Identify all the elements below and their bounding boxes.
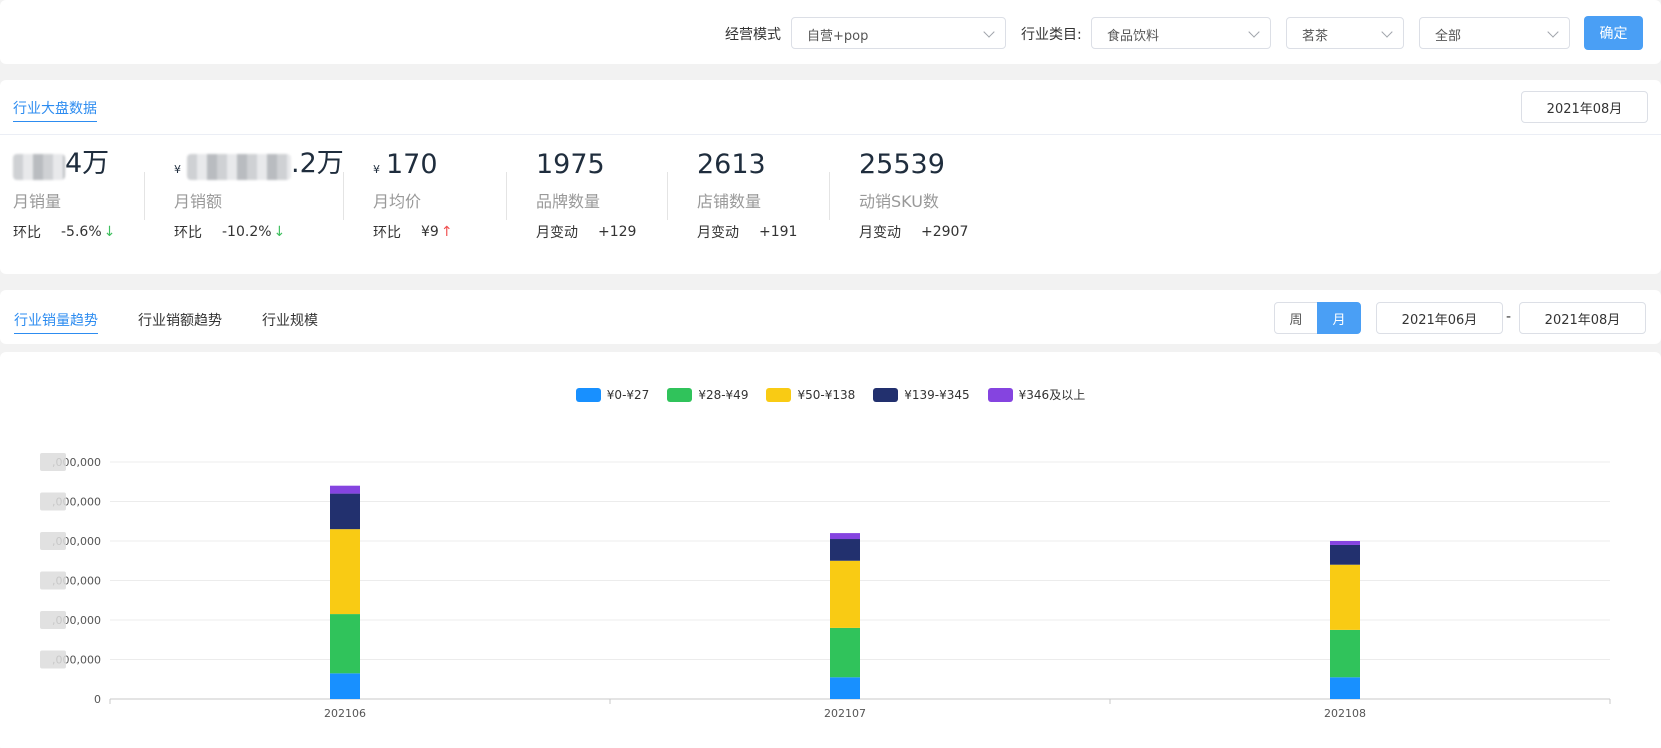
masked-tick-digits — [40, 571, 66, 590]
category-l3-select[interactable]: 全部 — [1419, 17, 1570, 49]
category-l1-select[interactable]: 食品饮料 — [1091, 17, 1271, 49]
bar-segment — [330, 673, 360, 699]
mode-label: 经营模式 — [725, 27, 781, 43]
mode-select-value: 自营+pop — [807, 29, 869, 44]
tab-sales-volume-trend[interactable]: 行业销量趋势 — [14, 310, 98, 334]
x-tick-label: 202107 — [824, 707, 866, 720]
masked-tick-digits — [40, 611, 66, 629]
date-to-picker[interactable]: 2021年08月 — [1519, 302, 1646, 334]
date-from-picker[interactable]: 2021年06月 — [1376, 302, 1503, 334]
chevron-down-icon — [1381, 26, 1393, 38]
metric-avg-price: ¥ 170 月均价 环比 ¥9 ↑ — [373, 146, 453, 242]
date-range-separator: - — [1506, 309, 1512, 325]
separator — [829, 172, 830, 220]
metric-value: .2万 — [291, 148, 344, 179]
masked-tick-digits — [40, 453, 66, 471]
bar-segment — [1330, 541, 1360, 545]
period-week-button[interactable]: 周 — [1274, 302, 1318, 334]
bar-segment — [1330, 677, 1360, 699]
trend-chart-panel: ¥0-¥27 ¥28-¥49 ¥50-¥138 ¥139-¥345 ¥346及以上 0,… — [0, 352, 1661, 748]
x-tick-label: 202108 — [1324, 707, 1366, 720]
chevron-down-icon — [983, 26, 995, 38]
overview-date-picker[interactable]: 2021年08月 — [1521, 91, 1648, 123]
bar-segment — [830, 539, 860, 561]
x-tick-label: 202106 — [324, 707, 366, 720]
separator — [667, 172, 668, 220]
metric-value: 25539 — [859, 149, 945, 180]
bar-segment — [830, 677, 860, 699]
masked-tick-digits — [40, 492, 66, 511]
mode-select[interactable]: 自营+pop — [791, 17, 1006, 49]
category-l1-value: 食品饮料 — [1107, 29, 1160, 44]
metric-shop-count: 2613 店铺数量 月变动 +191 — [697, 146, 797, 242]
metric-name: 月销量 — [13, 192, 62, 211]
metric-value: 2613 — [697, 149, 766, 180]
bar-segment — [330, 493, 360, 530]
change-label: 月变动 — [859, 225, 901, 241]
filter-bar: 经营模式 自营+pop 行业类目: 食品饮料 茗茶 全部 确定 — [0, 0, 1661, 64]
bar-segment — [330, 529, 360, 615]
metric-name: 品牌数量 — [536, 192, 601, 211]
bar-segment — [830, 627, 860, 678]
masked-tick-digits — [40, 650, 66, 669]
masked-value — [187, 154, 291, 180]
arrow-down-icon: ↓ — [273, 224, 286, 240]
metric-value: 170 — [386, 149, 438, 180]
metric-active-sku: 25539 动销SKU数 月变动 +2907 — [859, 146, 968, 242]
period-month-button[interactable]: 月 — [1317, 302, 1361, 334]
category-label: 行业类目: — [1021, 27, 1082, 43]
metric-name: 月销额 — [174, 192, 223, 211]
chevron-down-icon — [1248, 26, 1260, 38]
category-l2-select[interactable]: 茗茶 — [1286, 17, 1404, 49]
change-value: +129 — [598, 224, 637, 240]
masked-tick-digits — [40, 532, 66, 550]
stacked-bar-chart: 0,000,000,000,000,000,000,000,000,000,00… — [40, 453, 1611, 720]
change-label: 月变动 — [697, 225, 739, 241]
change-value: ¥9 — [421, 224, 439, 240]
industry-overview-panel: 行业大盘数据 2021年08月 4万 月销量 环比 -5.6% ↓ ¥ .2万 … — [0, 80, 1661, 274]
metric-value: 4万 — [65, 148, 110, 179]
bar-segment — [330, 614, 360, 674]
arrow-up-icon: ↑ — [440, 224, 453, 240]
arrow-down-icon: ↓ — [103, 224, 116, 240]
change-value: -5.6% — [61, 224, 102, 240]
divider — [0, 134, 1661, 135]
change-value: -10.2% — [222, 224, 272, 240]
change-label: 环比 — [174, 225, 202, 241]
metric-monthly-sales: ¥ .2万 月销额 环比 -10.2% ↓ — [174, 146, 344, 242]
bar-segment — [830, 560, 860, 628]
bar-segment — [830, 533, 860, 540]
category-l3-value: 全部 — [1435, 29, 1462, 44]
metric-value: 1975 — [536, 149, 605, 180]
metric-name: 店铺数量 — [697, 192, 762, 211]
currency-symbol: ¥ — [373, 163, 380, 176]
bar-segment — [330, 485, 360, 494]
metric-name: 动销SKU数 — [859, 192, 939, 211]
bar-segment — [1330, 564, 1360, 630]
change-label: 月变动 — [536, 225, 578, 241]
metric-name: 月均价 — [373, 192, 422, 211]
bar-segment — [1330, 544, 1360, 565]
separator — [144, 172, 145, 220]
masked-value — [13, 154, 65, 180]
separator — [343, 172, 344, 220]
bar-segment — [1330, 629, 1360, 678]
currency-symbol: ¥ — [174, 163, 181, 176]
confirm-button[interactable]: 确定 — [1584, 16, 1643, 50]
tab-industry-scale[interactable]: 行业规模 — [262, 310, 318, 330]
change-value: +2907 — [921, 224, 969, 240]
chevron-down-icon — [1547, 26, 1559, 38]
y-tick-label: 0 — [94, 693, 101, 706]
trend-tab-bar: 行业销量趋势 行业销额趋势 行业规模 周 月 2021年06月 - 2021年0… — [0, 290, 1661, 344]
tab-industry-overview[interactable]: 行业大盘数据 — [13, 98, 97, 122]
category-l2-value: 茗茶 — [1302, 29, 1329, 44]
change-value: +191 — [759, 224, 798, 240]
change-label: 环比 — [13, 225, 41, 241]
tab-sales-amount-trend[interactable]: 行业销额趋势 — [138, 310, 222, 330]
metric-brand-count: 1975 品牌数量 月变动 +129 — [536, 146, 636, 242]
separator — [506, 172, 507, 220]
metric-monthly-volume: 4万 月销量 环比 -5.6% ↓ — [13, 146, 115, 242]
change-label: 环比 — [373, 225, 401, 241]
